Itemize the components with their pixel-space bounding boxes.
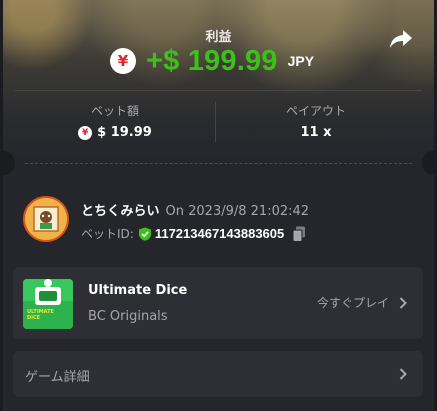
game-details-button[interactable]: ゲーム詳細 xyxy=(13,351,423,397)
profit-label: 利益 xyxy=(205,30,232,45)
shield-check-icon xyxy=(138,227,151,241)
ticket-notch-right xyxy=(422,151,434,175)
game-thumbnail: ULTIMATE DICE xyxy=(23,279,73,329)
game-provider: BC Originals xyxy=(88,309,168,324)
share-icon[interactable] xyxy=(389,28,413,50)
bet-id-label: ベットID: xyxy=(81,227,134,241)
profit-row: ¥ +$ 199.99 JPY xyxy=(110,44,314,78)
user-info: とちくみらい On 2023/9/8 21:02:42 ベットID: 117213… xyxy=(23,196,423,246)
thumbnail-title-2: DICE xyxy=(27,315,41,321)
game-title: Ultimate Dice xyxy=(88,283,188,298)
game-card[interactable]: ULTIMATE DICE Ultimate Dice BC Originals… xyxy=(13,267,423,339)
bet-amount-stat: ベット額 ¥ $ 19.99 xyxy=(15,102,215,140)
profit-currency: JPY xyxy=(287,53,315,69)
bet-date: On 2023/9/8 21:02:42 xyxy=(165,204,310,219)
bet-detail-card: 利益 ¥ +$ 199.99 JPY ベット額 ¥ $ 19.99 ペイアウト … xyxy=(3,0,434,411)
avatar[interactable] xyxy=(23,196,69,242)
dashed-divider xyxy=(25,163,412,164)
profit-amount: +$ 199.99 xyxy=(146,44,278,77)
payout-label: ペイアウト xyxy=(285,104,346,118)
copy-icon[interactable] xyxy=(292,226,306,242)
yen-coin-icon: ¥ xyxy=(110,48,136,74)
payout-stat: ペイアウト 11 x xyxy=(216,102,416,140)
username[interactable]: とちくみらい xyxy=(81,204,160,219)
chevron-right-icon xyxy=(399,368,407,380)
bet-amount-value: $ 19.99 xyxy=(97,125,152,140)
chevron-right-icon xyxy=(399,296,407,309)
yen-small-icon: ¥ xyxy=(78,125,93,140)
divider xyxy=(15,90,422,91)
play-now-label: 今すぐプレイ xyxy=(316,296,389,310)
bet-id-row: ベットID: 117213467143883605 xyxy=(81,225,306,242)
game-details-label: ゲーム詳細 xyxy=(25,370,90,385)
play-now-button[interactable]: 今すぐプレイ xyxy=(317,294,407,311)
bet-amount-label: ベット額 xyxy=(90,104,139,118)
payout-value: 11 x xyxy=(300,125,332,140)
bet-id-value: 117213467143883605 xyxy=(154,226,285,241)
dice-icon xyxy=(23,279,73,329)
avatar-image xyxy=(25,198,67,240)
